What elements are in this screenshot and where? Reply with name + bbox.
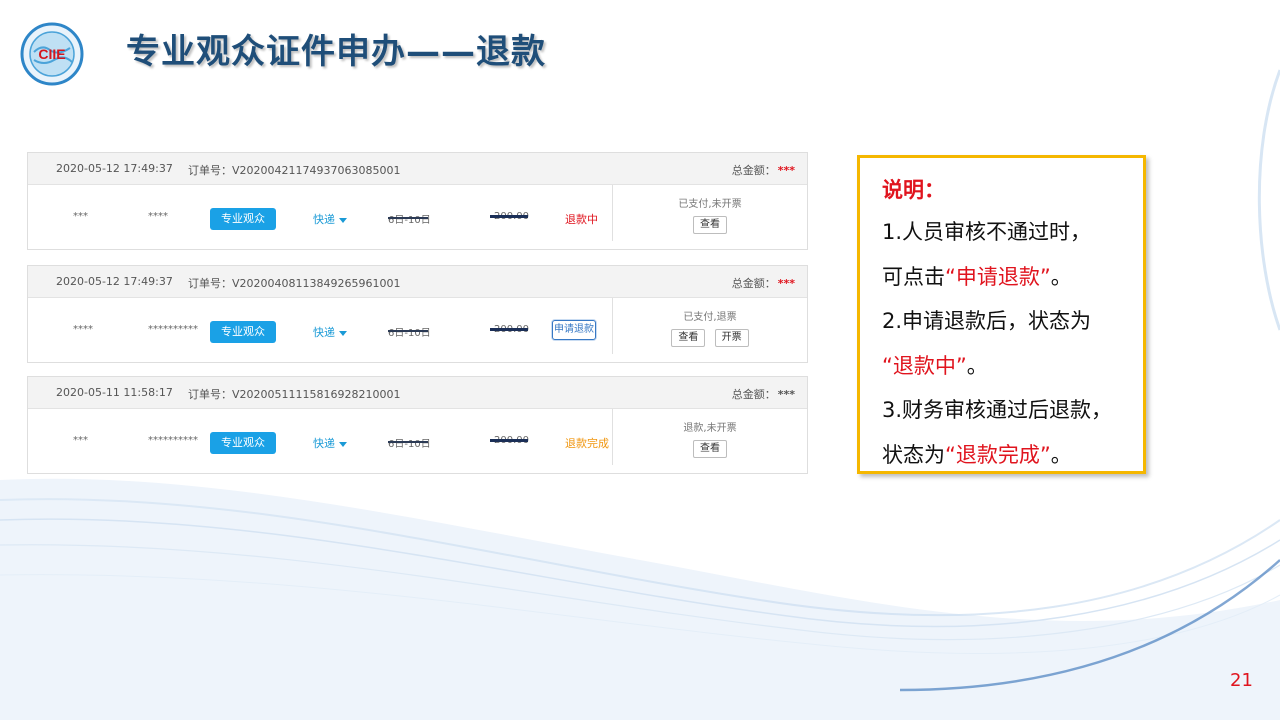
- action-buttons: 查看 开票: [613, 329, 807, 347]
- note-text: 状态为: [882, 442, 945, 467]
- note-line: 1.人员审核不通过时，: [882, 220, 1092, 244]
- order-date: 2020-05-11 11:58:17: [56, 386, 173, 399]
- order-price: 200.00: [490, 435, 529, 446]
- redaction-bar: [388, 217, 428, 219]
- attendee-id: ****: [148, 211, 168, 222]
- total-value: ***: [777, 277, 795, 290]
- action-buttons: 查看: [613, 216, 807, 234]
- order-card: 2020-05-11 11:58:17 订单号：V202005111158169…: [27, 376, 808, 474]
- order-header: 2020-05-12 17:49:37 订单号：V202004211749370…: [28, 153, 807, 185]
- action-buttons: 查看: [613, 440, 807, 458]
- note-text: 。: [1050, 264, 1072, 289]
- total-value: ***: [777, 164, 795, 177]
- order-price: 200.00: [490, 211, 529, 222]
- attendee-id: **********: [148, 435, 198, 446]
- redaction-bar: [490, 215, 528, 218]
- visit-dates: 6日-10日: [388, 435, 431, 450]
- total-label: 总金额：: [731, 277, 776, 290]
- delivery-dropdown[interactable]: 快递: [313, 211, 347, 227]
- order-total: 总金额： ***: [732, 162, 795, 178]
- order-body: **** ********** 专业观众 快递 6日-10日 200.00 申请…: [28, 298, 807, 362]
- order-date: 2020-05-12 17:49:37: [56, 275, 173, 288]
- order-number: 订单号：V20200408113849265961001: [188, 277, 401, 290]
- view-button[interactable]: 查看: [693, 440, 727, 458]
- order-total: 总金额： ***: [732, 386, 795, 402]
- note-line: 状态为“退款完成”。: [882, 433, 1143, 478]
- apply-refund-button[interactable]: 申请退款: [552, 320, 596, 340]
- note-line: 2.申请退款后，状态为: [882, 309, 1092, 333]
- payment-state: 已支付,退票: [683, 312, 737, 323]
- attendee-name: ***: [73, 435, 88, 446]
- order-header: 2020-05-12 17:49:37 订单号：V202004081138492…: [28, 266, 807, 298]
- order-number: 订单号：V20200421174937063085001: [188, 164, 401, 177]
- explanation-box: 说明： 1.人员审核不通过时， 可点击“申请退款”。 2.申请退款后，状态为 “…: [857, 155, 1146, 474]
- redaction-bar: [388, 330, 428, 332]
- note-line: 可点击“申请退款”。: [882, 255, 1143, 300]
- redaction-bar: [388, 441, 428, 443]
- payment-state: 退款,未开票: [683, 423, 737, 434]
- caret-down-icon: [339, 330, 347, 336]
- delivery-label: 快递: [313, 437, 335, 450]
- delivery-dropdown[interactable]: 快递: [313, 435, 347, 451]
- order-body: *** ********** 专业观众 快递 6日-10日 200.00 退款完…: [28, 409, 807, 473]
- visitor-type-button[interactable]: 专业观众: [210, 432, 276, 454]
- note-highlight: “退款中”: [882, 353, 967, 378]
- attendee-name: ***: [73, 211, 88, 222]
- note-highlight: “申请退款”: [945, 264, 1051, 289]
- order-status: 退款完成: [565, 437, 609, 450]
- view-button[interactable]: 查看: [693, 216, 727, 234]
- page-title: 专业观众证件申办——退款: [126, 32, 546, 72]
- order-card: 2020-05-12 17:49:37 订单号：V202004211749370…: [27, 152, 808, 250]
- note-line: “退款中”。: [882, 344, 1143, 389]
- order-header: 2020-05-11 11:58:17 订单号：V202005111158169…: [28, 377, 807, 409]
- redaction-bar: [490, 328, 528, 331]
- order-number: 订单号：V20200511115816928210001: [188, 388, 401, 401]
- note-text: 。: [1050, 442, 1072, 467]
- visit-dates: 6日-10日: [388, 211, 431, 226]
- order-date: 2020-05-12 17:49:37: [56, 162, 173, 175]
- payment-state: 已支付,未开票: [678, 199, 742, 210]
- order-price: 200.00: [490, 324, 529, 335]
- total-label: 总金额：: [731, 164, 776, 177]
- delivery-label: 快递: [313, 213, 335, 226]
- attendee-name: ****: [73, 324, 93, 335]
- visit-dates: 6日-10日: [388, 324, 431, 339]
- order-status: 退款中: [565, 213, 598, 226]
- ciie-logo: CIIE: [20, 22, 84, 86]
- view-button[interactable]: 查看: [671, 329, 706, 347]
- order-total: 总金额： ***: [732, 275, 795, 291]
- delivery-label: 快递: [313, 326, 335, 339]
- logo-text: CIIE: [38, 46, 65, 62]
- note-text: 。: [966, 353, 988, 378]
- attendee-id: **********: [148, 324, 198, 335]
- visitor-type-button[interactable]: 专业观众: [210, 321, 276, 343]
- invoice-button[interactable]: 开票: [714, 329, 749, 347]
- note-highlight: “退款完成”: [945, 442, 1051, 467]
- note-text: 可点击: [882, 264, 945, 289]
- caret-down-icon: [339, 441, 347, 447]
- total-label: 总金额：: [731, 388, 776, 401]
- caret-down-icon: [339, 217, 347, 223]
- visitor-type-button[interactable]: 专业观众: [210, 208, 276, 230]
- total-value: ***: [777, 388, 795, 401]
- note-heading: 说明：: [882, 178, 945, 202]
- note-line: 3.财务审核通过后退款，: [882, 398, 1113, 422]
- redaction-bar: [490, 439, 528, 442]
- order-body: *** **** 专业观众 快递 6日-10日 200.00 退款中 已支付,未…: [28, 185, 807, 249]
- page-number: 21: [1230, 670, 1253, 691]
- delivery-dropdown[interactable]: 快递: [313, 324, 347, 340]
- order-card: 2020-05-12 17:49:37 订单号：V202004081138492…: [27, 265, 808, 363]
